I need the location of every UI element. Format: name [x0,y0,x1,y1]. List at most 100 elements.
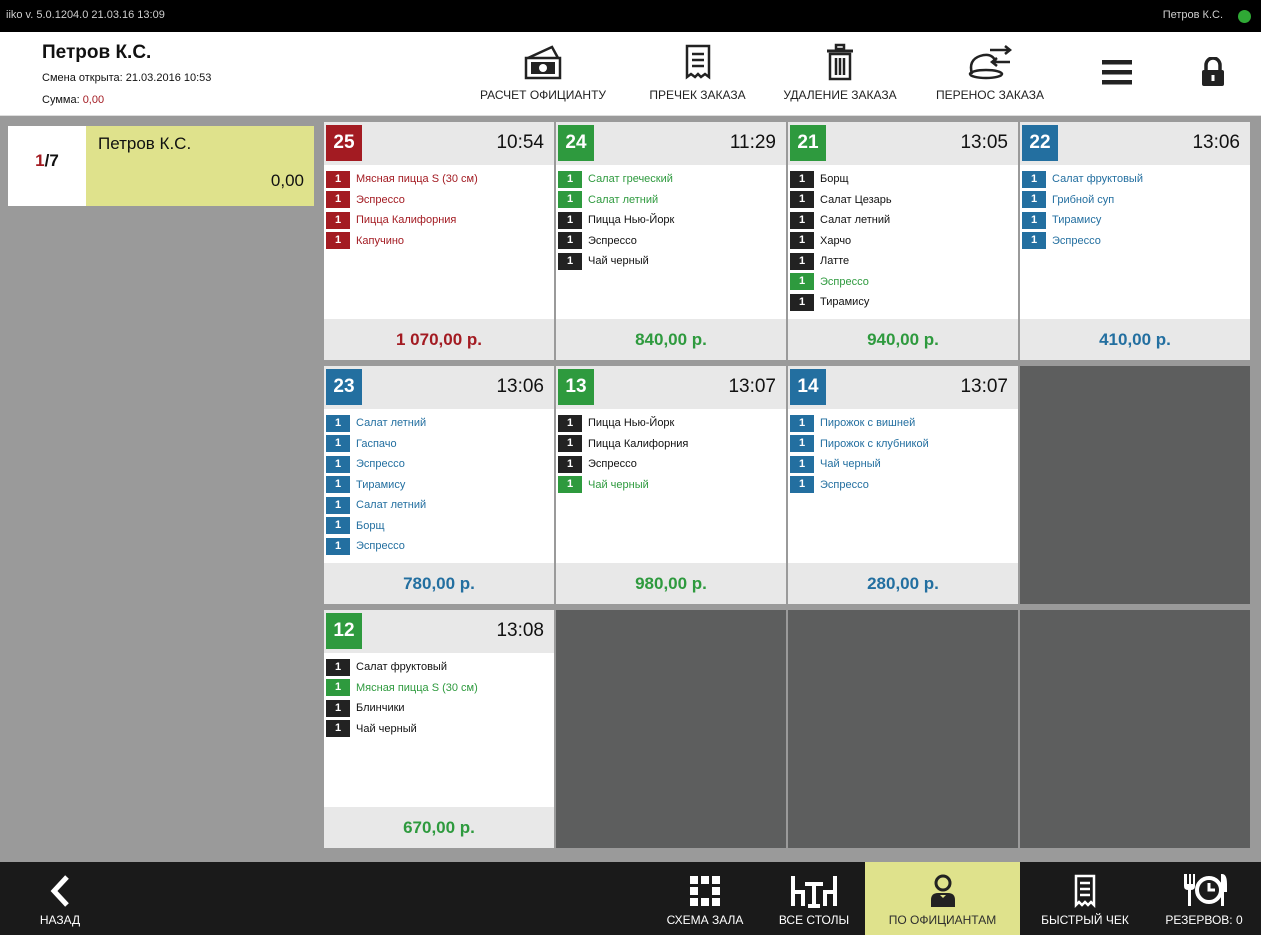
item-qty: 1 [326,191,350,209]
order-card[interactable]: 24 11:29 1 Салат греческий 1 Салат летний … [556,122,786,360]
item-name: Салат летний [820,214,891,227]
order-item: 1 Пицца Нью-Йорк [556,413,786,434]
quick-check-button[interactable]: БЫСТРЫЙ ЧЕК [1025,862,1145,935]
item-qty: 1 [558,191,582,209]
item-qty: 1 [326,699,350,717]
order-item: 1 Чай черный [556,251,786,272]
item-name: Мясная пицца S (30 см) [356,173,478,186]
item-name: Тирамису [356,478,406,491]
trash-icon [770,42,910,82]
version-label: iiko v. 5.0.1204.0 21.03.16 13:09 [6,9,165,21]
all-tables-button[interactable]: ВСЕ СТОЛЫ [766,862,862,935]
order-time: 13:06 [496,376,544,397]
order-card[interactable]: 21 13:05 1 Борщ 1 Салат Цезарь 1 Салат летн… [788,122,1018,360]
item-name: Борщ [356,519,385,532]
order-header: 13 13:07 [556,366,786,409]
order-total: 780,00 р. [324,563,554,604]
order-total: 410,00 р. [1020,319,1250,360]
order-card[interactable]: 22 13:06 1 Салат фруктовый 1 Грибной суп 1… [1020,122,1250,360]
table-number: 22 [1022,125,1058,161]
lock-button[interactable] [1190,42,1235,112]
item-name: Харчо [820,234,852,247]
back-button[interactable]: НАЗАД [20,862,100,935]
precheck-label: ПРЕЧЕК ЗАКАЗА [649,88,746,102]
by-waiters-button[interactable]: ПО ОФИЦИАНТАМ [865,862,1020,935]
item-qty: 1 [558,211,582,229]
reservations-button[interactable]: РЕЗЕРВОВ: 0 [1150,862,1258,935]
receipt-icon [1025,862,1145,908]
delete-order-button[interactable]: УДАЛЕНИЕ ЗАКАЗА [770,42,910,112]
item-name: Блинчики [356,702,405,715]
order-total: 980,00 р. [556,563,786,604]
order-item: 1 Тирамису [324,475,554,496]
chevron-left-icon [20,862,100,908]
item-qty: 1 [558,435,582,453]
order-item: 1 Гаспачо [324,434,554,455]
item-name: Пирожок с вишней [820,417,916,430]
item-qty: 1 [790,273,814,291]
order-items: 1 Салат летний 1 Гаспачо 1 Эспрессо 1 Тирами… [324,413,554,557]
order-header: 23 13:06 [324,366,554,409]
pay-waiter-label: РАСЧЕТ ОФИЦИАНТУ [479,88,607,102]
item-qty: 1 [558,232,582,250]
order-item: 1 Мясная пицца S (30 см) [324,678,554,699]
item-name: Тирамису [820,296,870,309]
item-name: Пицца Нью-Йорк [588,417,675,430]
precheck-button[interactable]: ПРЕЧЕК ЗАКАЗА [640,42,755,112]
order-header: 24 11:29 [556,122,786,165]
order-card[interactable]: 13 13:07 1 Пицца Нью-Йорк 1 Пицца Калифорн… [556,366,786,604]
table-number: 25 [326,125,362,161]
order-item: 1 Салат летний [324,413,554,434]
table-number: 23 [326,369,362,405]
order-item: 1 Салат летний [556,190,786,211]
item-qty: 1 [326,435,350,453]
waiter-card-sum: 0,00 [270,171,304,190]
item-qty: 1 [790,170,814,188]
item-name: Борщ [820,173,849,186]
hall-scheme-button[interactable]: СХЕМА ЗАЛА [650,862,760,935]
pay-waiter-button[interactable]: РАСЧЕТ ОФИЦИАНТУ [468,42,618,112]
item-name: Латте [820,255,850,268]
order-header: 14 13:07 [788,366,1018,409]
order-item: 1 Эспрессо [1020,231,1250,252]
order-item: 1 Блинчики [324,698,554,719]
order-card[interactable]: 14 13:07 1 Пирожок с вишней 1 Пирожок с кл… [788,366,1018,604]
item-name: Чай черный [820,458,881,471]
menu-button[interactable] [1092,42,1142,112]
page-indicator[interactable]: 1/7 [8,126,86,206]
page-current: 1 [35,151,45,170]
order-card[interactable]: 25 10:54 1 Мясная пицца S (30 см) 1 Эспрес… [324,122,554,360]
item-name: Салат фруктовый [1052,173,1143,186]
order-card[interactable]: 12 13:08 1 Салат фруктовый 1 Мясная пицца … [324,610,554,848]
item-qty: 1 [326,414,350,432]
item-qty: 1 [326,232,350,250]
order-item: 1 Чай черный [788,454,1018,475]
order-item: 1 Эспрессо [788,272,1018,293]
item-name: Капучино [356,234,405,247]
order-time: 10:54 [496,132,544,153]
transfer-order-button[interactable]: ПЕРЕНОС ЗАКАЗА [925,42,1055,112]
order-items: 1 Салат фруктовый 1 Мясная пицца S (30 см)… [324,657,554,739]
order-item: 1 Пирожок с клубникой [788,434,1018,455]
order-item: 1 Пицца Нью-Йорк [556,210,786,231]
item-name: Пицца Калифорния [588,437,689,450]
item-name: Эспрессо [820,275,869,288]
delete-order-label: УДАЛЕНИЕ ЗАКАЗА [783,88,897,102]
item-qty: 1 [326,537,350,555]
order-item: 1 Латте [788,251,1018,272]
page-total: /7 [44,151,59,170]
order-items: 1 Борщ 1 Салат Цезарь 1 Салат летний 1 Харчо… [788,169,1018,313]
order-total: 840,00 р. [556,319,786,360]
back-label: НАЗАД [39,913,81,927]
all-tables-label: ВСЕ СТОЛЫ [778,913,850,927]
order-item: 1 Салат летний [788,210,1018,231]
order-total: 670,00 р. [324,807,554,848]
waiter-card[interactable]: Петров К.С. 0,00 [86,126,314,206]
order-card[interactable]: 23 13:06 1 Салат летний 1 Гаспачо 1 Эспресс… [324,366,554,604]
item-name: Чай черный [588,478,649,491]
item-qty: 1 [558,476,582,494]
bottom-bar: НАЗАД СХЕМА ЗАЛА ВСЕ СТОЛЫ ПО ОФИЦИАНТАМ… [0,862,1261,935]
order-item: 1 Эспрессо [556,454,786,475]
item-qty: 1 [558,414,582,432]
order-items: 1 Салат греческий 1 Салат летний 1 Пицца Нь… [556,169,786,272]
